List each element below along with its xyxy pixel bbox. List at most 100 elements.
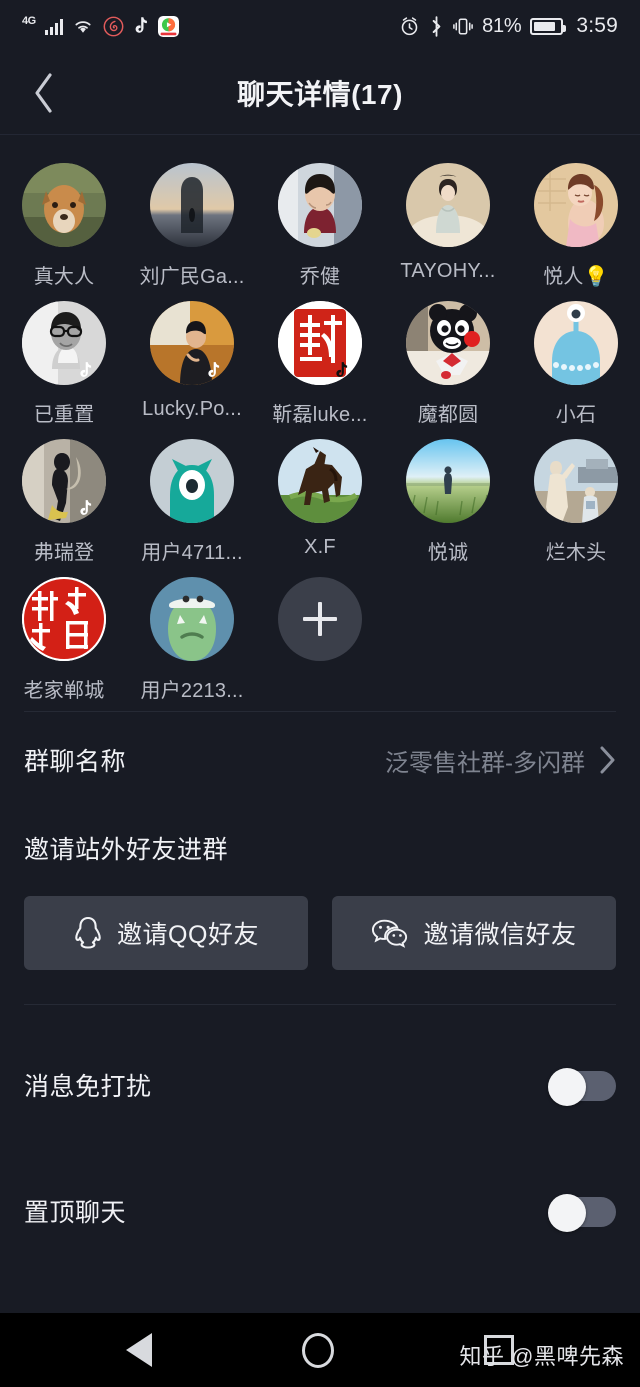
member-item[interactable]: X.F: [256, 433, 384, 565]
invite-section: 邀请站外好友进群 邀请QQ好友 邀请微信好友: [0, 808, 640, 1004]
status-bar-right: 81% 3:59: [399, 14, 618, 38]
avatar: [150, 163, 234, 247]
member-item[interactable]: TAYOHY...: [384, 157, 512, 289]
avatar: [22, 577, 106, 661]
avatar: [150, 577, 234, 661]
status-bar: 4G 81% 3:59: [0, 0, 640, 52]
avatar-wrap[interactable]: [406, 301, 490, 385]
tiktok-badge-icon: [80, 500, 92, 515]
invite-qq-button[interactable]: 邀请QQ好友: [24, 896, 308, 970]
member-name: 靳磊luke...: [272, 404, 368, 426]
member-item[interactable]: 弗瑞登: [0, 433, 128, 565]
member-item[interactable]: 用户4711...: [128, 433, 256, 565]
invite-wechat-button[interactable]: 邀请微信好友: [332, 896, 616, 970]
member-item[interactable]: 魔都圆: [384, 295, 512, 427]
invite-buttons: 邀请QQ好友 邀请微信好友: [24, 866, 616, 1004]
avatar: [406, 301, 490, 385]
setting-row-do-not-disturb[interactable]: 消息免打扰: [0, 1039, 640, 1131]
avatar-wrap[interactable]: [22, 301, 106, 385]
group-name-label: 群聊名称: [24, 748, 127, 776]
avatar-wrap[interactable]: [278, 439, 362, 523]
avatar: [278, 163, 362, 247]
member-name: 悦诚: [427, 542, 469, 564]
member-item[interactable]: 靳磊luke...: [256, 295, 384, 427]
nav-home-circle-icon[interactable]: [302, 1332, 334, 1368]
member-name: 魔都圆: [417, 404, 479, 426]
toggle-knob: [548, 1194, 586, 1232]
member-name: X.F: [304, 536, 336, 558]
member-name: 乔健: [299, 266, 341, 288]
avatar-wrap[interactable]: [150, 439, 234, 523]
app-screen: 4G 81% 3:59 聊天详情(17) 真大人 刘广民Ga... 乔健 TAY…: [0, 0, 640, 1387]
member-item[interactable]: 小石: [512, 295, 640, 427]
avatar-wrap[interactable]: [406, 439, 490, 523]
detail-body: 真大人 刘广民Ga... 乔健 TAYOHY... 悦人💡 已重置 Lucky.…: [0, 135, 640, 1313]
avatar-wrap[interactable]: [150, 577, 234, 661]
avatar-wrap[interactable]: [150, 301, 234, 385]
member-name: 真大人: [33, 266, 95, 288]
status-bar-left: 4G: [22, 15, 180, 37]
alarm-icon: [401, 16, 418, 35]
do-not-disturb-toggle[interactable]: [548, 1068, 616, 1106]
member-item[interactable]: 悦人💡: [512, 157, 640, 289]
invite-section-title: 邀请站外好友进群: [24, 836, 229, 864]
tiktok-badge-icon: [208, 362, 220, 377]
invite-qq-label: 邀请QQ好友: [117, 921, 259, 949]
setting-row-pin-chat[interactable]: 置顶聊天: [0, 1165, 640, 1257]
nav-back-triangle-icon[interactable]: [126, 1333, 152, 1367]
member-name: 用户4711...: [141, 542, 243, 564]
member-name: 已重置: [33, 404, 95, 426]
member-item[interactable]: 悦诚: [384, 433, 512, 565]
member-item[interactable]: Lucky.Po...: [128, 295, 256, 427]
add-member-cell[interactable]: [256, 571, 384, 703]
clock-label: 3:59: [576, 14, 618, 37]
avatar-wrap[interactable]: [534, 301, 618, 385]
avatar: [534, 163, 618, 247]
member-name: 弗瑞登: [33, 542, 95, 564]
avatar-wrap[interactable]: [278, 163, 362, 247]
avatar-wrap[interactable]: [406, 163, 490, 247]
wifi-icon: [75, 21, 91, 33]
battery-percent-label: 81%: [482, 14, 522, 37]
member-name: TAYOHY...: [400, 260, 496, 282]
grid-filler: [384, 571, 512, 703]
avatar-wrap[interactable]: [22, 577, 106, 661]
member-name: 老家郸城: [23, 680, 105, 702]
tiktok-badge-icon: [80, 362, 92, 377]
tiktok-icon: [135, 17, 148, 33]
group-name-row[interactable]: 群聊名称 泛零售社群-多闪群: [0, 712, 640, 808]
system-nav-bar: 知乎 @黑啤先森: [0, 1313, 640, 1387]
avatar-wrap[interactable]: [534, 163, 618, 247]
member-item[interactable]: 老家郸城: [0, 571, 128, 703]
member-grid: 真大人 刘广民Ga... 乔健 TAYOHY... 悦人💡 已重置 Lucky.…: [0, 135, 640, 711]
avatar-wrap[interactable]: [22, 439, 106, 523]
vibrate-icon: [453, 17, 474, 35]
avatar: [534, 439, 618, 523]
avatar-wrap[interactable]: [150, 163, 234, 247]
grid-filler: [512, 571, 640, 703]
member-name: 用户2213...: [140, 680, 244, 702]
battery-icon: [530, 17, 567, 35]
avatar-wrap[interactable]: [278, 301, 362, 385]
member-item[interactable]: 用户2213...: [128, 571, 256, 703]
netease-music-icon: [103, 16, 124, 36]
plus-icon: [278, 577, 362, 661]
member-item[interactable]: 乔健: [256, 157, 384, 289]
avatar-wrap[interactable]: [534, 439, 618, 523]
page-title: 聊天详情(17): [237, 79, 403, 110]
add-member-button[interactable]: [278, 577, 362, 661]
member-item[interactable]: 已重置: [0, 295, 128, 427]
member-item[interactable]: 真大人: [0, 157, 128, 289]
member-item[interactable]: 烂木头: [512, 433, 640, 565]
chevron-right-icon: [599, 745, 616, 775]
signal-bars-icon: [44, 18, 64, 35]
avatar-wrap[interactable]: [22, 163, 106, 247]
bluetooth-icon: [432, 15, 441, 37]
avatar: [278, 439, 362, 523]
member-name: Lucky.Po...: [142, 398, 242, 420]
group-name-value: 泛零售社群-多闪群: [385, 749, 585, 777]
pin-chat-toggle[interactable]: [548, 1194, 616, 1232]
back-button[interactable]: [22, 71, 66, 115]
member-item[interactable]: 刘广民Ga...: [128, 157, 256, 289]
